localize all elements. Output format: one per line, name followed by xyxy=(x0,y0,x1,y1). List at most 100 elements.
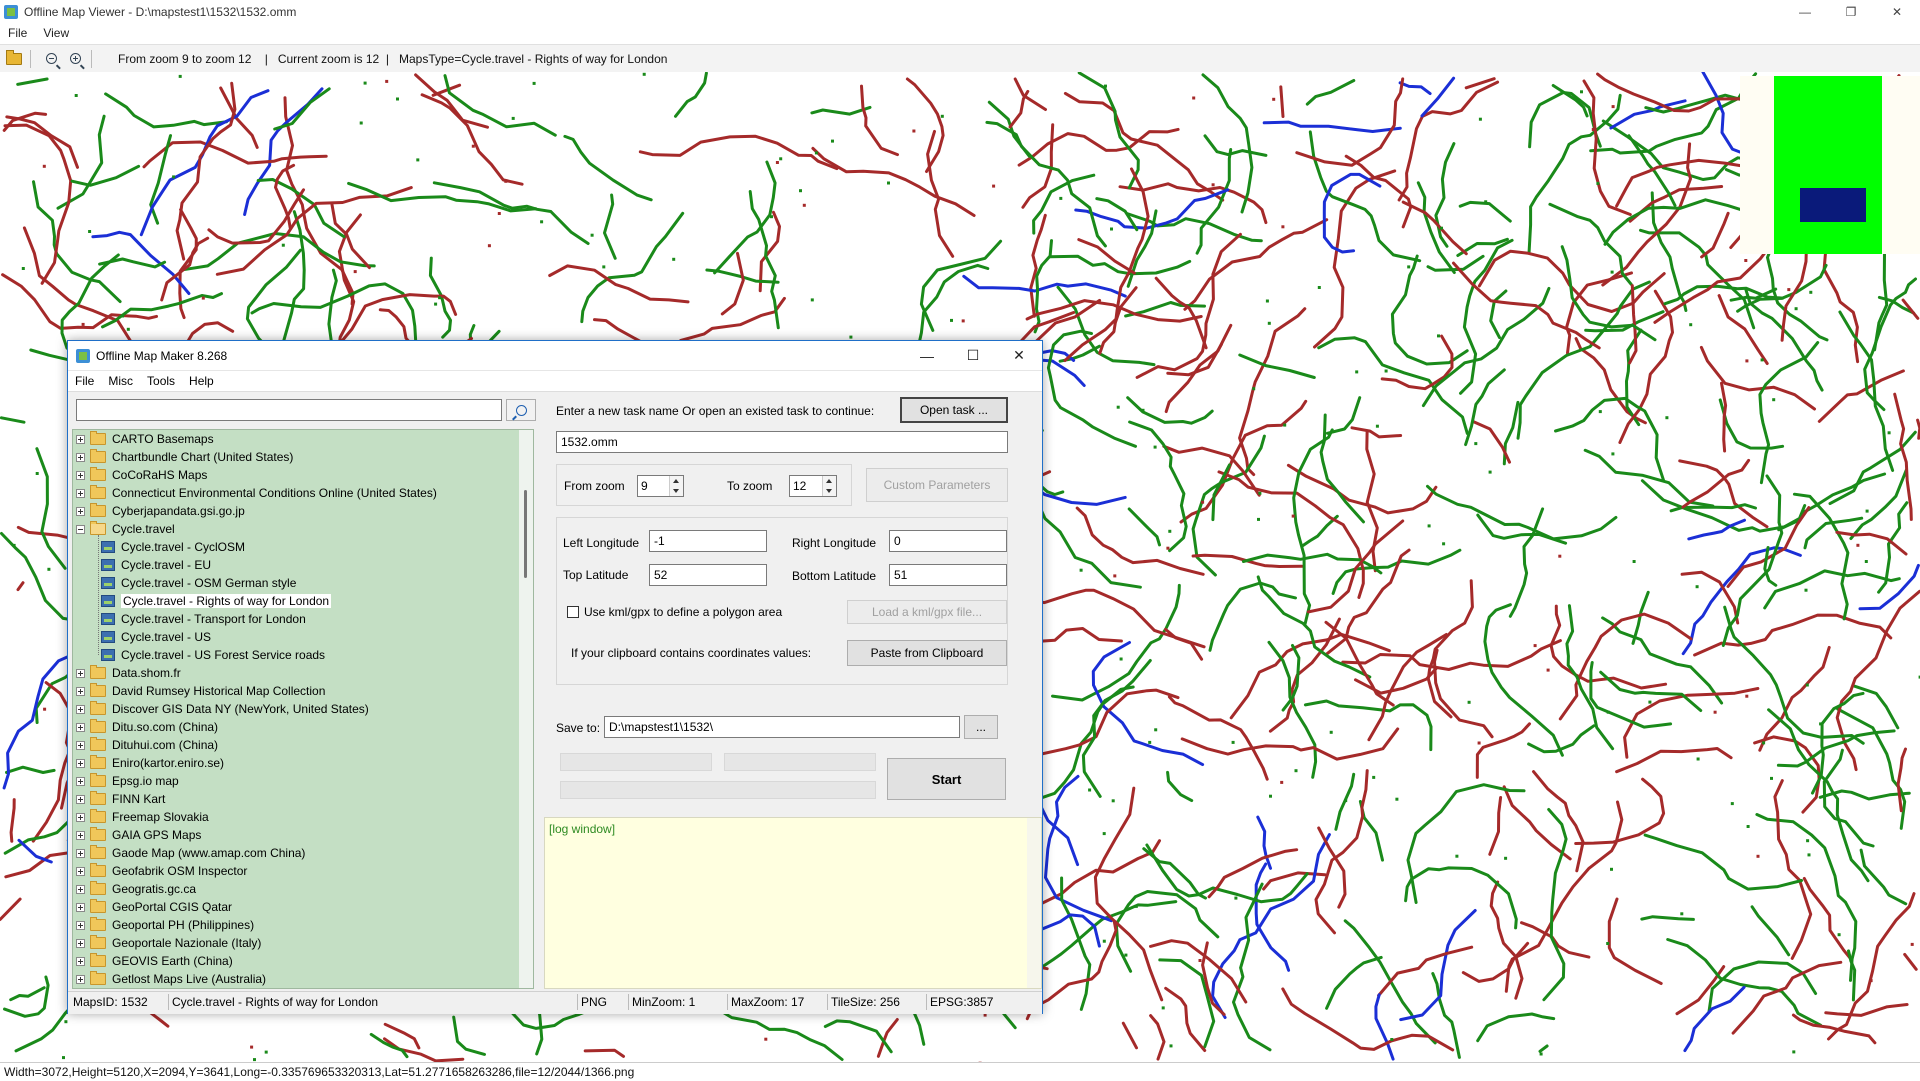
tree-folder-item[interactable]: Epsg.io map xyxy=(73,772,179,790)
left-longitude-input[interactable]: -1 xyxy=(649,530,767,552)
top-latitude-input[interactable]: 52 xyxy=(649,564,767,586)
route-path xyxy=(1234,884,1271,1050)
expand-icon[interactable] xyxy=(76,867,85,876)
expand-icon[interactable] xyxy=(76,921,85,930)
tree-folder-item[interactable]: Getlost Maps Live (Australia) xyxy=(73,970,266,988)
tree-folder-item[interactable]: CARTO Basemaps xyxy=(73,430,214,448)
restore-icon[interactable]: ❐ xyxy=(1828,0,1874,23)
tree-folder-item[interactable]: GAIA GPS Maps xyxy=(73,826,201,844)
route-dot xyxy=(1080,569,1083,572)
tree-folder-item[interactable]: Connecticut Environmental Conditions Onl… xyxy=(73,484,437,502)
from-zoom-spinner[interactable]: 9 xyxy=(637,475,684,497)
zoom-in-icon[interactable] xyxy=(65,49,85,69)
log-window[interactable]: [log window] xyxy=(544,817,1042,989)
use-kml-checkbox[interactable] xyxy=(567,606,579,618)
tree-folder-item[interactable]: Eniro(kartor.eniro.se) xyxy=(73,754,224,772)
tree-map-item[interactable]: Cycle.travel - OSM German style xyxy=(73,574,296,592)
expand-icon[interactable] xyxy=(76,759,85,768)
expand-icon[interactable] xyxy=(76,489,85,498)
expand-icon[interactable] xyxy=(76,435,85,444)
paste-clipboard-button[interactable]: Paste from Clipboard xyxy=(847,640,1007,666)
log-scrollbar[interactable] xyxy=(1027,818,1041,988)
tree-map-item[interactable]: Cycle.travel - Transport for London xyxy=(73,610,306,628)
tree-folder-item[interactable]: GeoPortal CGIS Qatar xyxy=(73,898,232,916)
collapse-icon[interactable] xyxy=(76,525,85,534)
expand-icon[interactable] xyxy=(76,813,85,822)
expand-icon[interactable] xyxy=(76,507,85,516)
dialog-menu-help[interactable]: Help xyxy=(182,374,221,388)
expand-icon[interactable] xyxy=(76,957,85,966)
tree-folder-item[interactable]: Freemap Slovakia xyxy=(73,808,209,826)
task-name-input[interactable]: 1532.omm xyxy=(556,431,1008,453)
viewer-menu-view[interactable]: View xyxy=(35,26,77,40)
tree-folder-item[interactable]: Geoportal PH (Philippines) xyxy=(73,916,254,934)
map-source-tree[interactable]: CARTO BasemapsChartbundle Chart (United … xyxy=(72,429,534,989)
open-task-button[interactable]: Open task ... xyxy=(900,397,1008,423)
tree-folder-item[interactable]: David Rumsey Historical Map Collection xyxy=(73,682,325,700)
minimize-icon[interactable]: — xyxy=(904,341,950,370)
tree-folder-item[interactable]: Chartbundle Chart (United States) xyxy=(73,448,293,466)
to-zoom-spinner[interactable]: 12 xyxy=(789,475,837,497)
search-button[interactable] xyxy=(506,399,536,421)
route-dot xyxy=(1888,431,1891,434)
save-path-input[interactable]: D:\mapstest1\1532\ xyxy=(604,716,960,738)
expand-icon[interactable] xyxy=(76,453,85,462)
tree-item-label: Cycle.travel - US xyxy=(121,630,211,644)
custom-parameters-button[interactable]: Custom Parameters xyxy=(866,468,1008,502)
spinner-arrows-icon[interactable] xyxy=(822,476,836,496)
expand-icon[interactable] xyxy=(76,831,85,840)
expand-icon[interactable] xyxy=(76,975,85,984)
dialog-menu-misc[interactable]: Misc xyxy=(101,374,140,388)
expand-icon[interactable] xyxy=(76,687,85,696)
expand-icon[interactable] xyxy=(76,849,85,858)
expand-icon[interactable] xyxy=(76,885,85,894)
tree-scrollbar[interactable] xyxy=(519,430,533,988)
dialog-menu-tools[interactable]: Tools xyxy=(140,374,182,388)
load-kml-button[interactable]: Load a kml/gpx file... xyxy=(847,600,1007,624)
viewer-menu-file[interactable]: File xyxy=(0,26,35,40)
bottom-latitude-input[interactable]: 51 xyxy=(889,564,1007,586)
spinner-arrows-icon[interactable] xyxy=(669,476,683,496)
expand-icon[interactable] xyxy=(76,939,85,948)
close-icon[interactable]: ✕ xyxy=(996,341,1042,370)
tree-folder-item[interactable]: Geoportale Nazionale (Italy) xyxy=(73,934,261,952)
expand-icon[interactable] xyxy=(76,795,85,804)
tree-folder-item[interactable]: Gaode Map (www.amap.com China) xyxy=(73,844,305,862)
tree-map-item[interactable]: Cycle.travel - Rights of way for London xyxy=(73,592,331,610)
expand-icon[interactable] xyxy=(76,741,85,750)
tree-folder-item[interactable]: Dituhui.com (China) xyxy=(73,736,218,754)
tree-folder-item[interactable]: GEOVIS Earth (China) xyxy=(73,952,233,970)
open-folder-icon[interactable] xyxy=(4,49,24,69)
dialog-menu-file[interactable]: File xyxy=(68,374,101,388)
right-longitude-input[interactable]: 0 xyxy=(889,530,1007,552)
tree-folder-item[interactable]: Geofabrik OSM Inspector xyxy=(73,862,247,880)
tree-folder-item[interactable]: Cycle.travel xyxy=(73,520,175,538)
tree-folder-item[interactable]: Cyberjapandata.gsi.go.jp xyxy=(73,502,245,520)
close-icon[interactable]: ✕ xyxy=(1874,0,1920,23)
tree-map-item[interactable]: Cycle.travel - US Forest Service roads xyxy=(73,646,325,664)
expand-icon[interactable] xyxy=(76,777,85,786)
tree-scrollbar-thumb[interactable] xyxy=(524,490,527,578)
start-button[interactable]: Start xyxy=(887,758,1006,800)
overview-viewport-box[interactable] xyxy=(1800,188,1866,222)
tree-map-item[interactable]: Cycle.travel - EU xyxy=(73,556,211,574)
maximize-icon[interactable]: ☐ xyxy=(950,341,996,370)
tree-map-item[interactable]: Cycle.travel - US xyxy=(73,628,211,646)
tree-folder-item[interactable]: FINN Kart xyxy=(73,790,165,808)
tree-folder-item[interactable]: Discover GIS Data NY (NewYork, United St… xyxy=(73,700,369,718)
expand-icon[interactable] xyxy=(76,903,85,912)
expand-icon[interactable] xyxy=(76,705,85,714)
zoom-out-icon[interactable] xyxy=(41,49,61,69)
tree-folder-item[interactable]: Data.shom.fr xyxy=(73,664,181,682)
browse-button[interactable]: ... xyxy=(964,715,998,739)
expand-icon[interactable] xyxy=(76,471,85,480)
tree-folder-item[interactable]: Geogratis.gc.ca xyxy=(73,880,196,898)
tree-folder-item[interactable]: Ditu.so.com (China) xyxy=(73,718,218,736)
tree-folder-item[interactable]: CoCoRaHS Maps xyxy=(73,466,207,484)
expand-icon[interactable] xyxy=(76,669,85,678)
search-input[interactable] xyxy=(76,399,502,421)
map-layer-icon xyxy=(101,613,115,625)
minimize-icon[interactable]: — xyxy=(1782,0,1828,23)
expand-icon[interactable] xyxy=(76,723,85,732)
overview-minimap[interactable] xyxy=(1740,76,1920,254)
